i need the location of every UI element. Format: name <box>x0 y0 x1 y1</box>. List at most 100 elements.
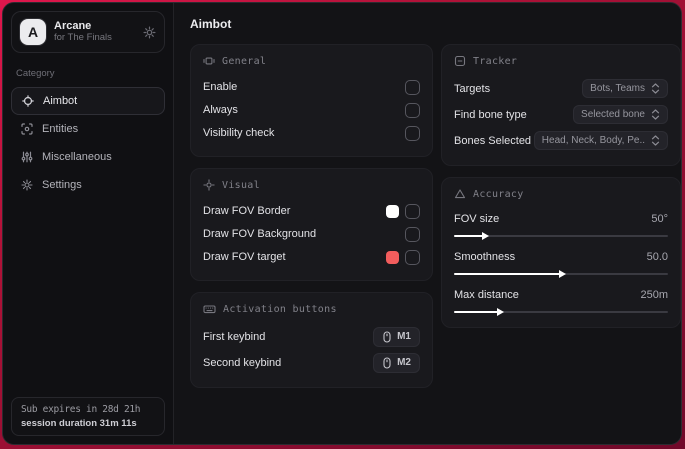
enable-checkbox[interactable] <box>405 79 420 95</box>
smoothness-slider[interactable] <box>454 269 668 278</box>
tracker-card-header: Tracker <box>454 55 668 67</box>
focus-icon <box>203 179 215 191</box>
tracker-card: Tracker Targets Bots, Teams Find bone ty… <box>441 44 681 166</box>
fov-size-slider[interactable] <box>454 231 668 240</box>
draw-fov-border-checkbox[interactable] <box>405 203 420 219</box>
sidebar-item-aimbot[interactable]: Aimbot <box>11 87 165 115</box>
slider-value: 250m <box>640 289 668 301</box>
dropdown-value: Head, Neck, Body, Pe.. <box>541 135 645 146</box>
accuracy-card-header: Accuracy <box>454 188 668 200</box>
setting-row-draw-fov-border: Draw FOV Border <box>203 200 420 222</box>
setting-row-bones-selected: Bones Selected Head, Neck, Body, Pe.. <box>454 128 668 153</box>
app-logo: A <box>20 19 46 45</box>
card-title: Accuracy <box>473 188 524 200</box>
slider-fill <box>454 307 504 316</box>
chevrons-up-down-icon <box>651 109 660 120</box>
slider-value: 50° <box>651 213 668 225</box>
setting-row-draw-fov-background: Draw FOV Background <box>203 223 420 245</box>
slider-block-smoothness: Smoothness 50.0 <box>454 247 668 278</box>
app-meta: Arcane for The Finals <box>54 20 135 44</box>
sidebar-item-settings[interactable]: Settings <box>11 171 165 199</box>
setting-label: Draw FOV Background <box>203 228 317 240</box>
setting-row-enable: Enable <box>203 76 420 98</box>
slider-value: 50.0 <box>646 251 668 263</box>
color-swatch-red[interactable] <box>386 250 399 264</box>
setting-row-visibility-check: Visibility check <box>203 122 420 144</box>
session-duration-text: session duration 31m 11s <box>21 418 137 429</box>
max-distance-slider[interactable] <box>454 307 668 316</box>
setting-label: Find bone type <box>454 108 527 121</box>
right-column: Tracker Targets Bots, Teams Find bone ty… <box>441 44 681 328</box>
category-label: Category <box>16 68 55 79</box>
general-card-header: General <box>203 55 420 67</box>
card-title: Tracker <box>473 55 518 67</box>
sub-expiry-text: Sub expires in 28d 21h <box>21 404 141 415</box>
setting-label: Targets <box>454 82 491 95</box>
app-title: Arcane <box>54 20 92 33</box>
activation-card: Activation buttons First keybind M1 Seco… <box>190 292 433 388</box>
sidebar-item-entities[interactable]: Entities <box>11 115 165 143</box>
setting-row-targets: Targets Bots, Teams <box>454 76 668 101</box>
first-keybind-button[interactable]: M1 <box>373 326 420 347</box>
slider-label: FOV size <box>454 213 500 225</box>
setting-label: Bones Selected <box>454 134 532 147</box>
slider-fill <box>454 269 566 278</box>
mouse-icon <box>382 330 392 343</box>
sliders-icon <box>21 151 33 163</box>
slider-block-max-distance: Max distance 250m <box>454 285 668 316</box>
chevrons-up-down-icon <box>651 135 660 146</box>
chevrons-up-down-icon <box>651 83 660 94</box>
sidebar-item-miscellaneous[interactable]: Miscellaneous <box>11 143 165 171</box>
keybind-value: M1 <box>397 331 411 342</box>
dropdown-value: Selected bone <box>581 109 645 120</box>
sidebar-item-label: Aimbot <box>43 95 78 107</box>
visual-card-header: Visual <box>203 179 420 191</box>
app-window: A Arcane for The Finals Category Aimbot <box>2 2 682 445</box>
find-bone-type-dropdown[interactable]: Selected bone <box>573 105 668 124</box>
setting-label: Draw FOV Border <box>203 205 291 217</box>
slider-block-fov-size: FOV size 50° <box>454 209 668 240</box>
left-column: General Enable Always Visibility check V… <box>190 44 433 388</box>
crosshair-icon <box>22 95 34 107</box>
box-select-icon <box>203 55 215 67</box>
setting-label: First keybind <box>203 330 266 343</box>
activation-card-header: Activation buttons <box>203 303 420 315</box>
visual-card: Visual Draw FOV Border Draw FOV Backgrou… <box>190 168 433 281</box>
always-checkbox[interactable] <box>405 102 420 118</box>
mouse-icon <box>382 356 392 369</box>
setting-row-find-bone-type: Find bone type Selected bone <box>454 102 668 127</box>
accuracy-card: Accuracy FOV size 50° Smoothness 50.0 Ma… <box>441 177 681 328</box>
draw-fov-target-checkbox[interactable] <box>405 249 420 265</box>
setting-row-second-keybind: Second keybind M2 <box>203 350 420 375</box>
card-title: General <box>222 55 267 67</box>
page-title: Aimbot <box>190 17 232 31</box>
main-content: Aimbot General Enable Always Visibility … <box>174 3 681 444</box>
triangle-icon <box>454 188 466 200</box>
keyboard-icon <box>203 303 216 315</box>
slider-label: Smoothness <box>454 251 516 263</box>
sidebar-item-label: Miscellaneous <box>42 151 112 163</box>
targets-dropdown[interactable]: Bots, Teams <box>582 79 668 98</box>
app-header-card: A Arcane for The Finals <box>11 11 165 53</box>
app-subtitle: for The Finals <box>54 31 112 43</box>
minus-square-icon <box>454 55 466 67</box>
color-swatch-white[interactable] <box>386 204 399 218</box>
second-keybind-button[interactable]: M2 <box>373 352 420 373</box>
slider-fill <box>454 231 489 240</box>
gear-icon[interactable] <box>143 25 156 39</box>
bones-selected-dropdown[interactable]: Head, Neck, Body, Pe.. <box>533 131 668 150</box>
visibility-check-checkbox[interactable] <box>405 125 420 141</box>
sidebar: A Arcane for The Finals Category Aimbot <box>3 3 174 444</box>
dropdown-value: Bots, Teams <box>590 83 645 94</box>
keybind-value: M2 <box>397 357 411 368</box>
sidebar-item-label: Entities <box>42 123 79 135</box>
card-title: Visual <box>222 179 260 191</box>
gear-icon <box>21 179 33 191</box>
general-card: General Enable Always Visibility check <box>190 44 433 157</box>
setting-label: Enable <box>203 81 238 93</box>
card-title: Activation buttons <box>223 303 337 315</box>
draw-fov-background-checkbox[interactable] <box>405 226 420 242</box>
slider-label: Max distance <box>454 289 519 301</box>
setting-label: Draw FOV target <box>203 251 286 263</box>
